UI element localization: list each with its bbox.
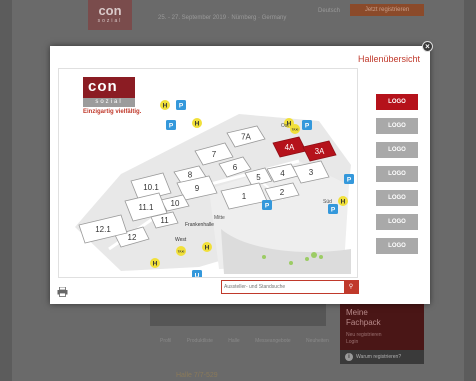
exhibitor-search-input[interactable] xyxy=(224,282,342,292)
sponsor-logo-2[interactable]: LOGO xyxy=(376,118,418,134)
background-logo-sub: sozial xyxy=(97,18,123,24)
sponsor-logo-5[interactable]: LOGO xyxy=(376,190,418,206)
sponsor-logo-3[interactable]: LOGO xyxy=(376,142,418,158)
pin-letter: H xyxy=(163,103,168,110)
background-register-button: Jetzt registrieren xyxy=(350,4,424,16)
pin-letter: U xyxy=(195,273,200,279)
sponsor-logo-4[interactable]: LOGO xyxy=(376,166,418,182)
background-halle-label: Halle 7/7-529 xyxy=(176,372,218,379)
sponsor-logo-list: LOGO LOGO LOGO LOGO LOGO LOGO LOGO xyxy=(376,94,418,262)
background-tabs: Profil Produktliste Halle Messeangebote … xyxy=(160,338,329,344)
hall-label-3: 3 xyxy=(309,168,314,177)
hall-label-3A: 3A xyxy=(315,147,325,156)
sponsor-logo-1[interactable]: LOGO xyxy=(376,94,418,110)
background-date: 25. - 27. September 2019 · Nürnberg · Ge… xyxy=(158,15,287,21)
hall-label-12: 12 xyxy=(128,233,137,242)
hall-label-6: 6 xyxy=(233,163,238,172)
pin-letter: H xyxy=(153,261,158,268)
print-icon[interactable] xyxy=(57,284,68,297)
map-label-frankenhalle: Frankenhalle xyxy=(185,222,214,228)
hall-label-9: 9 xyxy=(195,184,200,193)
pin-letter: H xyxy=(341,199,346,206)
background-panel-line2: Fachpack xyxy=(346,318,381,327)
close-modal-button[interactable]: × xyxy=(422,41,433,52)
background-logo-text: con xyxy=(98,3,122,18)
background-logo: con sozial xyxy=(88,0,132,30)
pin-letter: P xyxy=(265,203,270,210)
sponsor-logo-6[interactable]: LOGO xyxy=(376,214,418,230)
hall-label-4A: 4A xyxy=(285,143,295,152)
hall-label-11-1: 11.1 xyxy=(139,203,155,212)
background-language: Deutsch xyxy=(318,8,341,14)
hall-label-4: 4 xyxy=(280,169,285,178)
hall-map: con sozial Einzigartig vielfältig. 7A 7 6 5… xyxy=(58,68,358,278)
background-panel-line1: Meine xyxy=(346,308,368,317)
pin-letter: P xyxy=(179,103,184,110)
hall-map-graphic: 7A765 44A 3A321891010.11111.11212.1 H PHP H P… xyxy=(75,100,354,279)
hall-label-11: 11 xyxy=(160,216,169,225)
exhibitor-search: ⚲ xyxy=(221,280,359,294)
background-panel-link1: Neu registrieren xyxy=(346,332,382,338)
map-label-west: West xyxy=(175,237,187,243)
hall-overview-modal: Hallenübersicht con sozial Einzigartig v… xyxy=(50,46,430,304)
pin-letter: H xyxy=(195,121,200,128)
hall-label-10: 10 xyxy=(171,199,180,208)
pin-letter: P xyxy=(347,177,352,184)
sponsor-logo-7[interactable]: LOGO xyxy=(376,238,418,254)
background-info-bar: Warum registrieren? xyxy=(340,350,424,364)
hall-label-7A: 7A xyxy=(241,132,251,141)
modal-title: Hallenübersicht xyxy=(357,54,420,64)
hall-label-12-1: 12.1 xyxy=(95,225,111,234)
map-label-mitte: Mitte xyxy=(214,215,225,221)
hall-label-8: 8 xyxy=(188,171,193,180)
hall-label-10-1: 10.1 xyxy=(143,183,159,192)
pin-letter: H xyxy=(205,245,210,252)
pin-letter: P xyxy=(305,123,310,130)
hall-label-7: 7 xyxy=(212,150,217,159)
map-label-ost: Ost xyxy=(281,123,289,129)
pin-letter: P xyxy=(331,207,336,214)
hall-label-2: 2 xyxy=(280,188,285,197)
pin-letter: P xyxy=(169,123,174,130)
hall-label-5: 5 xyxy=(256,173,261,182)
background-panel-link2: Login xyxy=(346,339,359,345)
hall-label-1: 1 xyxy=(242,192,247,201)
taxi-label: TAXI xyxy=(292,128,299,132)
map-label-sued: Süd xyxy=(323,199,332,205)
search-icon: ⚲ xyxy=(348,284,354,290)
taxi-label: TAXI xyxy=(178,250,185,254)
search-button[interactable]: ⚲ xyxy=(344,281,358,293)
